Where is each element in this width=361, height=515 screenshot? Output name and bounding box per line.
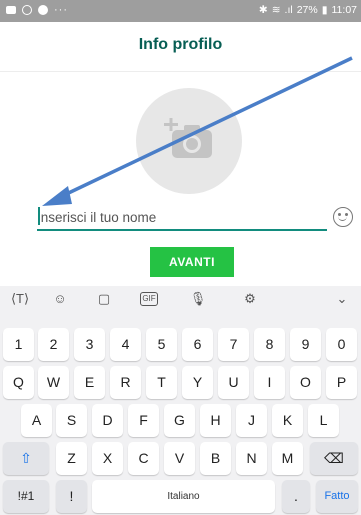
key-l[interactable]: L	[308, 404, 339, 437]
key-h[interactable]: H	[200, 404, 231, 437]
name-input[interactable]	[37, 207, 317, 227]
text-cursor	[38, 207, 40, 225]
key-u[interactable]: U	[218, 366, 249, 399]
settings-icon[interactable]: ⚙	[238, 290, 262, 308]
name-field-container	[37, 203, 327, 231]
key-p[interactable]: P	[326, 366, 357, 399]
key-9[interactable]: 9	[290, 328, 321, 361]
period-key[interactable]: .	[282, 480, 310, 513]
collapse-icon[interactable]: ⌄	[330, 290, 354, 308]
keyboard-toolbar: ⟨T⟩ ☺ ▢ GIF 🎙 ⚙ ⌄	[0, 286, 361, 312]
key-4[interactable]: 4	[110, 328, 141, 361]
key-b[interactable]: B	[200, 442, 231, 475]
key-v[interactable]: V	[164, 442, 195, 475]
key-6[interactable]: 6	[182, 328, 213, 361]
shift-icon[interactable]: ⇧	[3, 442, 49, 475]
key-q[interactable]: Q	[3, 366, 34, 399]
key-i[interactable]: I	[254, 366, 285, 399]
key-3[interactable]: 3	[74, 328, 105, 361]
next-button[interactable]: AVANTI	[150, 247, 234, 277]
key-k[interactable]: K	[272, 404, 303, 437]
key-d[interactable]: D	[92, 404, 123, 437]
gif-icon[interactable]: GIF	[140, 292, 158, 306]
key-e[interactable]: E	[74, 366, 105, 399]
key-w[interactable]: W	[38, 366, 69, 399]
done-key[interactable]: Fatto	[316, 480, 358, 513]
exclamation-key[interactable]: !	[56, 480, 87, 513]
key-m[interactable]: M	[272, 442, 303, 475]
key-y[interactable]: Y	[182, 366, 213, 399]
key-a[interactable]: A	[21, 404, 52, 437]
sticker-icon[interactable]: ▢	[92, 290, 116, 308]
key-o[interactable]: O	[290, 366, 321, 399]
key-f[interactable]: F	[128, 404, 159, 437]
key-2[interactable]: 2	[38, 328, 69, 361]
key-1[interactable]: 1	[3, 328, 34, 361]
key-5[interactable]: 5	[146, 328, 177, 361]
key-8[interactable]: 8	[254, 328, 285, 361]
symbols-key[interactable]: !#1	[3, 480, 49, 513]
key-0[interactable]: 0	[326, 328, 357, 361]
key-t[interactable]: T	[146, 366, 177, 399]
key-j[interactable]: J	[236, 404, 267, 437]
key-n[interactable]: N	[236, 442, 267, 475]
key-z[interactable]: Z	[56, 442, 87, 475]
soft-keyboard: ⟨T⟩ ☺ ▢ GIF 🎙 ⚙ ⌄ 1 2 3 4 5 6 7 8 9 0 Q …	[0, 286, 361, 515]
emoji-icon[interactable]: ☺	[48, 290, 72, 308]
text-style-icon[interactable]: ⟨T⟩	[8, 290, 32, 308]
key-r[interactable]: R	[110, 366, 141, 399]
key-x[interactable]: X	[92, 442, 123, 475]
microphone-icon[interactable]: 🎙	[186, 290, 210, 308]
key-7[interactable]: 7	[218, 328, 249, 361]
space-bar[interactable]: Italiano	[92, 480, 275, 513]
emoji-smile-icon[interactable]	[333, 207, 353, 227]
key-c[interactable]: C	[128, 442, 159, 475]
key-s[interactable]: S	[56, 404, 87, 437]
backspace-icon[interactable]: ⌫	[310, 442, 358, 475]
key-g[interactable]: G	[164, 404, 195, 437]
